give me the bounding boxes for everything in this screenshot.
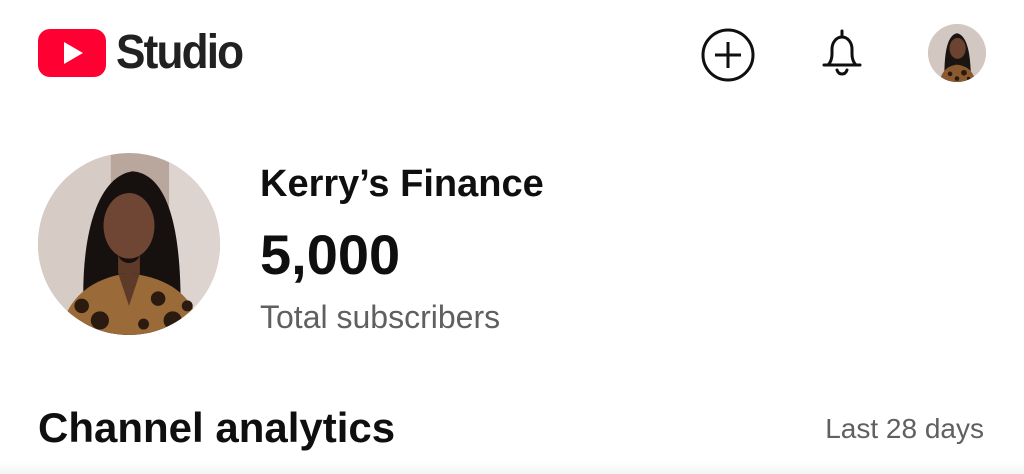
youtube-play-icon: [38, 29, 106, 77]
analytics-date-range[interactable]: Last 28 days: [825, 410, 984, 448]
profile-photo-small: [928, 24, 986, 82]
subscriber-count: 5,000: [260, 223, 401, 286]
notifications-button[interactable]: [814, 25, 870, 81]
bell-icon: [822, 29, 862, 76]
studio-page: Studio Kerry’s Finance 5,000 Total subsc…: [0, 0, 1024, 474]
channel-name: Kerry’s Finance: [260, 163, 544, 205]
logo-text: Studio: [116, 26, 244, 79]
account-avatar[interactable]: [928, 24, 986, 82]
profile-photo: [38, 153, 220, 335]
top-app-bar: Studio: [0, 0, 1024, 110]
channel-avatar[interactable]: [38, 153, 220, 335]
youtube-studio-logo[interactable]: Studio: [38, 27, 253, 79]
subscriber-label: Total subscribers: [260, 299, 501, 335]
add-circle-icon: [701, 28, 755, 82]
channel-analytics-heading: Channel analytics: [38, 404, 396, 451]
create-button[interactable]: [700, 27, 756, 83]
card-edge: [0, 462, 1024, 474]
